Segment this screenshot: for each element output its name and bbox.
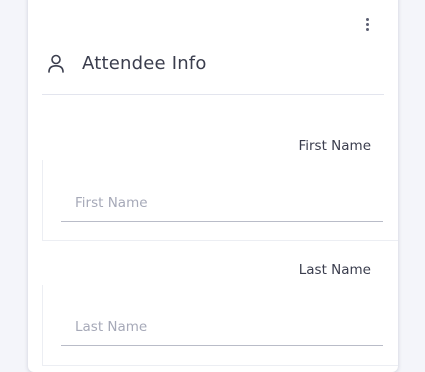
first-name-label: First Name — [298, 138, 371, 154]
card-header: Attendee Info — [42, 52, 384, 95]
last-name-label: Last Name — [298, 262, 371, 278]
user-icon — [46, 53, 66, 75]
first-name-box — [42, 160, 398, 241]
last-name-box — [42, 285, 398, 366]
first-name-group: First Name — [28, 136, 398, 241]
attendee-info-card: Attendee Info First Name Last Name — [28, 0, 398, 372]
card-title: Attendee Info — [82, 53, 207, 74]
last-name-group: Last Name — [28, 260, 398, 366]
more-vertical-icon[interactable] — [358, 14, 376, 34]
first-name-input[interactable] — [61, 192, 383, 222]
last-name-input[interactable] — [61, 316, 383, 346]
